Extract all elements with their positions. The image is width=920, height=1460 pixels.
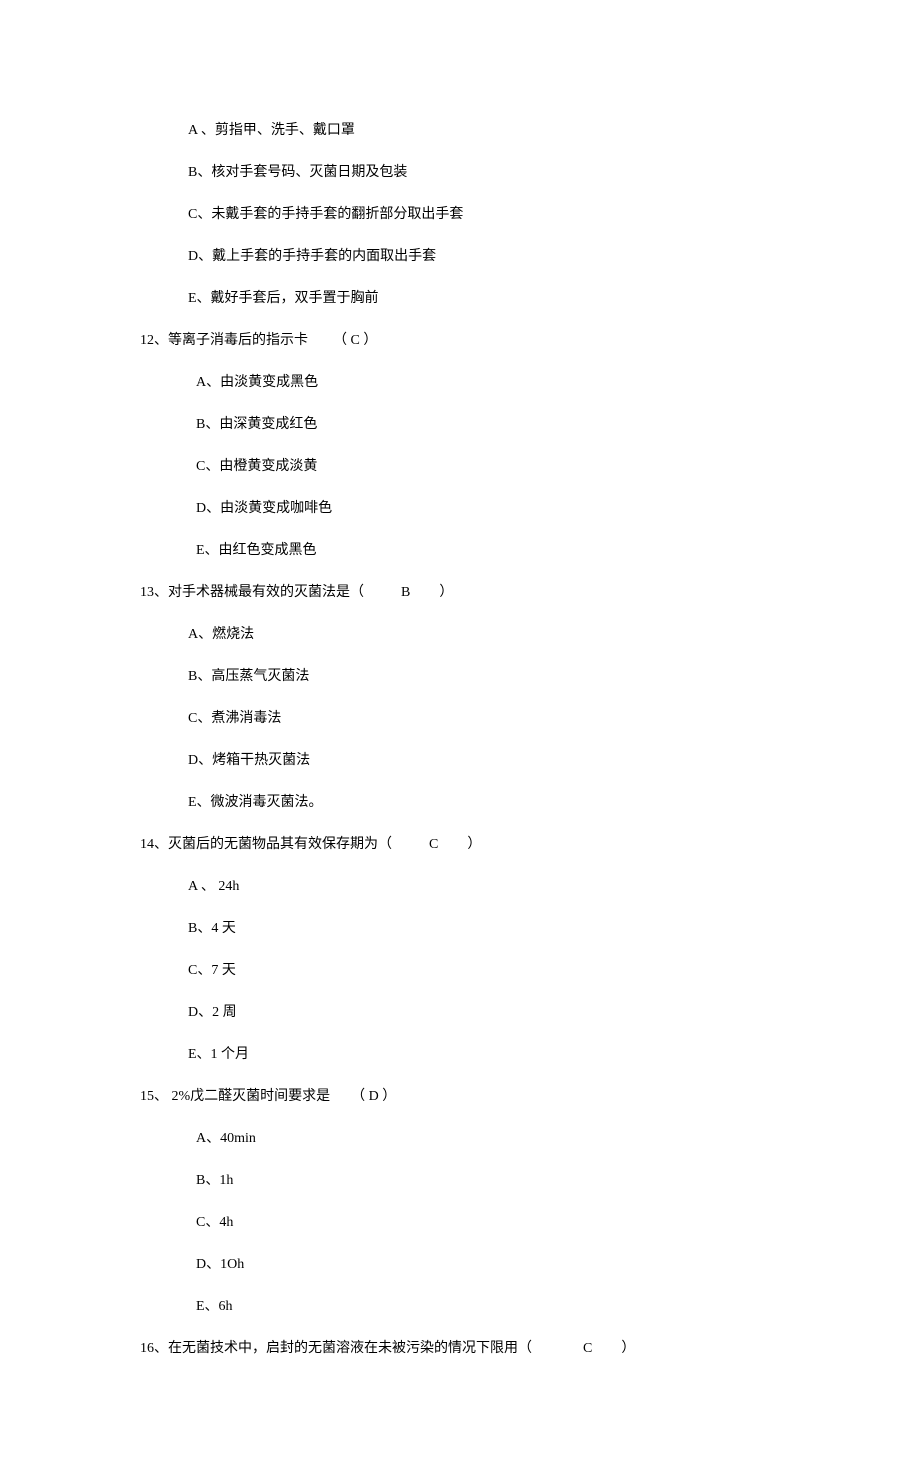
q12-option-c: C、由橙黄变成淡黄: [196, 456, 780, 477]
q12-option-b: B、由深黄变成红色: [196, 414, 780, 435]
q14-text-after: ）: [467, 837, 481, 852]
q15-answer: （ D ）: [351, 1089, 396, 1104]
q13-option-d: D、烤箱干热灭菌法: [188, 750, 780, 771]
q14-answer: C: [429, 837, 438, 852]
q11-option-c: C、未戴手套的手持手套的翻折部分取出手套: [188, 204, 780, 225]
q13-option-c: C、煮沸消毒法: [188, 708, 780, 729]
q13-option-e: E、微波消毒灭菌法。: [188, 792, 780, 813]
q14-option-a: A 、 24h: [188, 876, 780, 897]
q16-answer: C: [583, 1341, 592, 1356]
q12-option-a: A、由淡黄变成黑色: [196, 372, 780, 393]
q13-text-after: ）: [439, 585, 453, 600]
q13-option-b: B、高压蒸气灭菌法: [188, 666, 780, 687]
q14-option-d: D、2 周: [188, 1002, 780, 1023]
q14-option-e: E、1 个月: [188, 1044, 780, 1065]
q11-option-e: E、戴好手套后，双手置于胸前: [188, 288, 780, 309]
q15-stem: 15、 2%戊二醛灭菌时间要求是 （ D ）: [140, 1086, 780, 1107]
q14-option-c: C、7 天: [188, 960, 780, 981]
q13-option-a: A、燃烧法: [188, 624, 780, 645]
q12-answer: （ C ）: [333, 333, 377, 348]
q13-answer: B: [401, 585, 410, 600]
q15-option-b: B、1h: [196, 1170, 780, 1191]
q13-stem: 13、对手术器械最有效的灭菌法是（ B ）: [140, 582, 780, 603]
q14-stem: 14、灭菌后的无菌物品其有效保存期为（ C ）: [140, 834, 780, 855]
q15-option-d: D、1Oh: [196, 1254, 780, 1275]
q12-stem: 12、等离子消毒后的指示卡 （ C ）: [140, 330, 780, 351]
q11-option-a: A 、剪指甲、洗手、戴口罩: [188, 120, 780, 141]
q12-option-e: E、由红色变成黑色: [196, 540, 780, 561]
q11-option-b: B、核对手套号码、灭菌日期及包装: [188, 162, 780, 183]
q14-text-before: 14、灭菌后的无菌物品其有效保存期为（: [140, 837, 392, 852]
q16-text-after: ）: [621, 1341, 635, 1356]
q15-text-before: 15、 2%戊二醛灭菌时间要求是: [140, 1089, 330, 1104]
q15-option-c: C、4h: [196, 1212, 780, 1233]
q12-text: 12、等离子消毒后的指示卡: [140, 333, 308, 348]
document-page: A 、剪指甲、洗手、戴口罩 B、核对手套号码、灭菌日期及包装 C、未戴手套的手持…: [0, 0, 780, 1460]
q11-option-d: D、戴上手套的手持手套的内面取出手套: [188, 246, 780, 267]
q13-text-before: 13、对手术器械最有效的灭菌法是（: [140, 585, 364, 600]
q15-option-e: E、6h: [196, 1296, 780, 1317]
q16-stem: 16、在无菌技术中，启封的无菌溶液在未被污染的情况下限用（ C ）: [140, 1338, 780, 1359]
q12-option-d: D、由淡黄变成咖啡色: [196, 498, 780, 519]
q14-option-b: B、4 天: [188, 918, 780, 939]
q16-text-before: 16、在无菌技术中，启封的无菌溶液在未被污染的情况下限用（: [140, 1341, 532, 1356]
q15-option-a: A、40min: [196, 1128, 780, 1149]
